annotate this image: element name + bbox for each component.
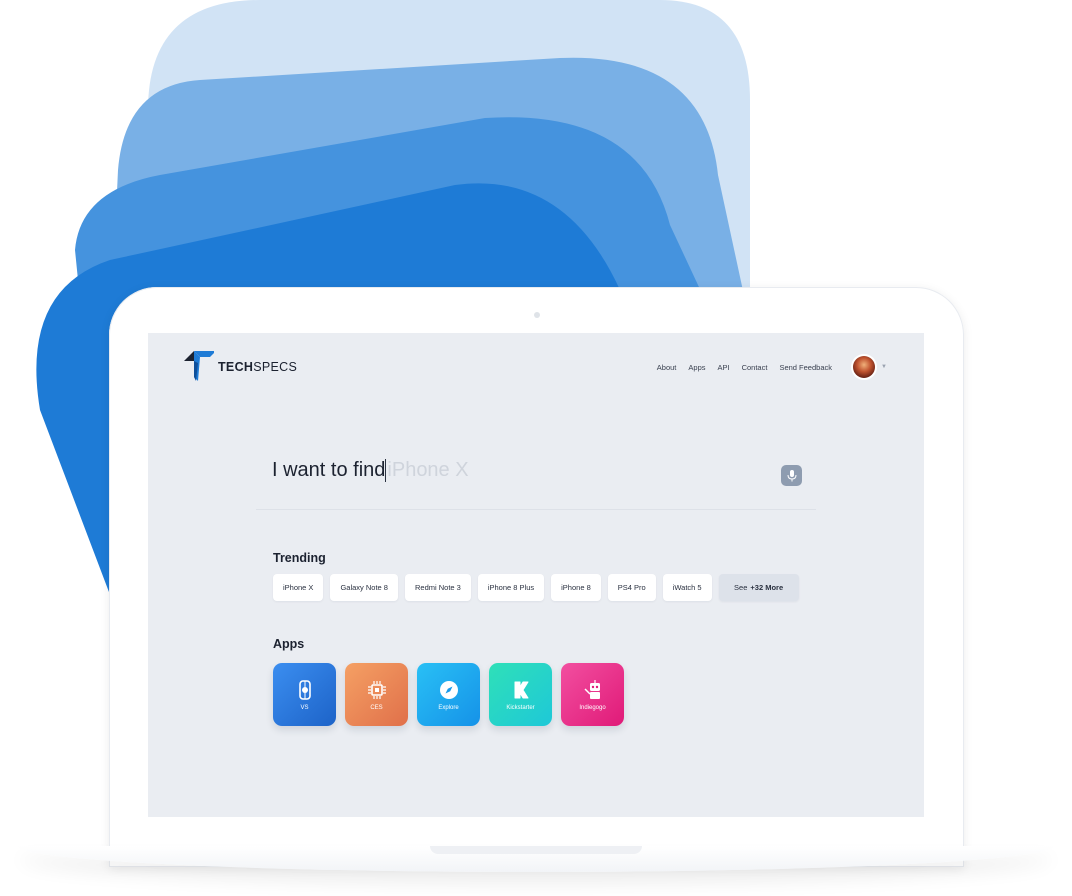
top-nav: About Apps API Contact Send Feedback bbox=[657, 363, 832, 372]
search-bar: I want to find bbox=[272, 459, 588, 482]
laptop-camera bbox=[534, 312, 540, 318]
trending-title: Trending bbox=[273, 551, 326, 565]
voice-search-button[interactable] bbox=[781, 465, 802, 486]
app-tile-vs[interactable]: VS bbox=[273, 663, 336, 726]
microphone-icon bbox=[787, 469, 796, 481]
trending-chip[interactable]: Galaxy Note 8 bbox=[330, 574, 398, 601]
laptop-notch bbox=[430, 846, 642, 854]
trending-chip[interactable]: iPhone X bbox=[273, 574, 324, 601]
trending-chip[interactable]: iWatch 5 bbox=[662, 574, 712, 601]
nav-item-apps[interactable]: Apps bbox=[688, 363, 705, 372]
trending-list: iPhone X Galaxy Note 8 Redmi Note 3 iPho… bbox=[273, 574, 799, 601]
logo-mark-icon bbox=[184, 351, 214, 381]
see-more-label: See bbox=[734, 583, 748, 592]
app-label: VS bbox=[300, 704, 309, 711]
techspecs-logo[interactable]: TECHSPECS bbox=[184, 351, 297, 383]
kickstarter-icon bbox=[514, 681, 528, 698]
app-tile-ces[interactable]: CES bbox=[345, 663, 408, 726]
nav-item-contact[interactable]: Contact bbox=[742, 363, 768, 372]
search-divider bbox=[256, 509, 816, 510]
trending-chip[interactable]: Redmi Note 3 bbox=[404, 574, 471, 601]
chevron-down-icon[interactable]: ▼ bbox=[881, 364, 887, 370]
nav-item-send-feedback[interactable]: Send Feedback bbox=[779, 363, 832, 372]
trending-chip[interactable]: iPhone 8 Plus bbox=[477, 574, 545, 601]
compass-icon bbox=[439, 680, 458, 699]
nav-item-api[interactable]: API bbox=[718, 363, 730, 372]
trending-chip[interactable]: iPhone 8 bbox=[551, 574, 601, 601]
app-label: Explore bbox=[438, 704, 459, 711]
app-tile-explore[interactable]: Explore bbox=[417, 663, 480, 726]
see-more-count: +32 More bbox=[750, 583, 784, 592]
logo-wordmark: TECHSPECS bbox=[218, 360, 298, 374]
marketing-stage: TECHSPECS About Apps API Contact Send Fe… bbox=[0, 0, 1072, 896]
see-more-button[interactable]: See +32 More bbox=[718, 574, 799, 601]
versus-icon bbox=[298, 679, 311, 700]
app-label: Kickstarter bbox=[506, 704, 535, 711]
chip-icon bbox=[367, 680, 386, 699]
app-tile-indiegogo[interactable]: Indiegogo bbox=[561, 663, 624, 726]
robot-icon bbox=[583, 679, 600, 699]
apps-title: Apps bbox=[273, 637, 305, 651]
nav-item-about[interactable]: About bbox=[657, 363, 677, 372]
app-tile-kickstarter[interactable]: Kickstarter bbox=[489, 663, 552, 726]
search-prefix: I want to find bbox=[272, 459, 386, 481]
app-label: CES bbox=[370, 704, 383, 711]
search-input[interactable] bbox=[385, 459, 588, 482]
user-avatar[interactable] bbox=[853, 356, 875, 378]
app-screen: TECHSPECS About Apps API Contact Send Fe… bbox=[148, 333, 924, 817]
trending-chip[interactable]: PS4 Pro bbox=[607, 574, 656, 601]
apps-list: VS CES Explore Kickstarter Indiegogo bbox=[273, 663, 624, 726]
app-label: Indiegogo bbox=[579, 704, 606, 711]
